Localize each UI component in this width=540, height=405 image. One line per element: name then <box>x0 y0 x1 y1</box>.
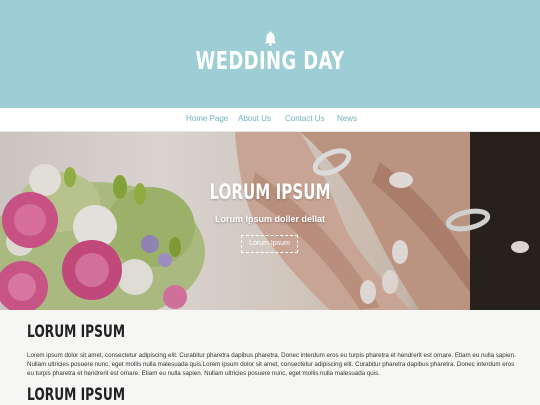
main-content: LORUM IPSUM Lorem ipsum dolor sit amet, … <box>0 310 540 405</box>
hero-banner: LORUM IPSUM Lorum Ipsum doller dellat Lo… <box>0 132 540 310</box>
hero-title: LORUM IPSUM <box>209 180 331 204</box>
nav-item-home-page[interactable]: Home Page <box>186 114 228 123</box>
hero-button[interactable]: Lorum Ipsum <box>241 235 298 253</box>
bell-icon <box>264 31 277 46</box>
section-body: Lorem ipsum dolor sit amet, consectetur … <box>27 352 516 377</box>
nav-item-about-us[interactable]: About Us <box>238 114 271 123</box>
site-title: WEDDING DAY <box>195 46 345 75</box>
nav-item-contact-us[interactable]: Contact Us <box>285 114 325 123</box>
nav-item-news[interactable]: News <box>337 114 357 123</box>
section-title: LORUM IPSUM <box>27 322 126 342</box>
site-header: WEDDING DAY <box>0 0 540 108</box>
hero-subtitle: Lorum Ipsum doller dellat <box>214 214 325 224</box>
section-title-2: LORUM IPSUM <box>27 385 126 405</box>
main-nav: Home Page About Us Contact Us News <box>0 108 540 132</box>
